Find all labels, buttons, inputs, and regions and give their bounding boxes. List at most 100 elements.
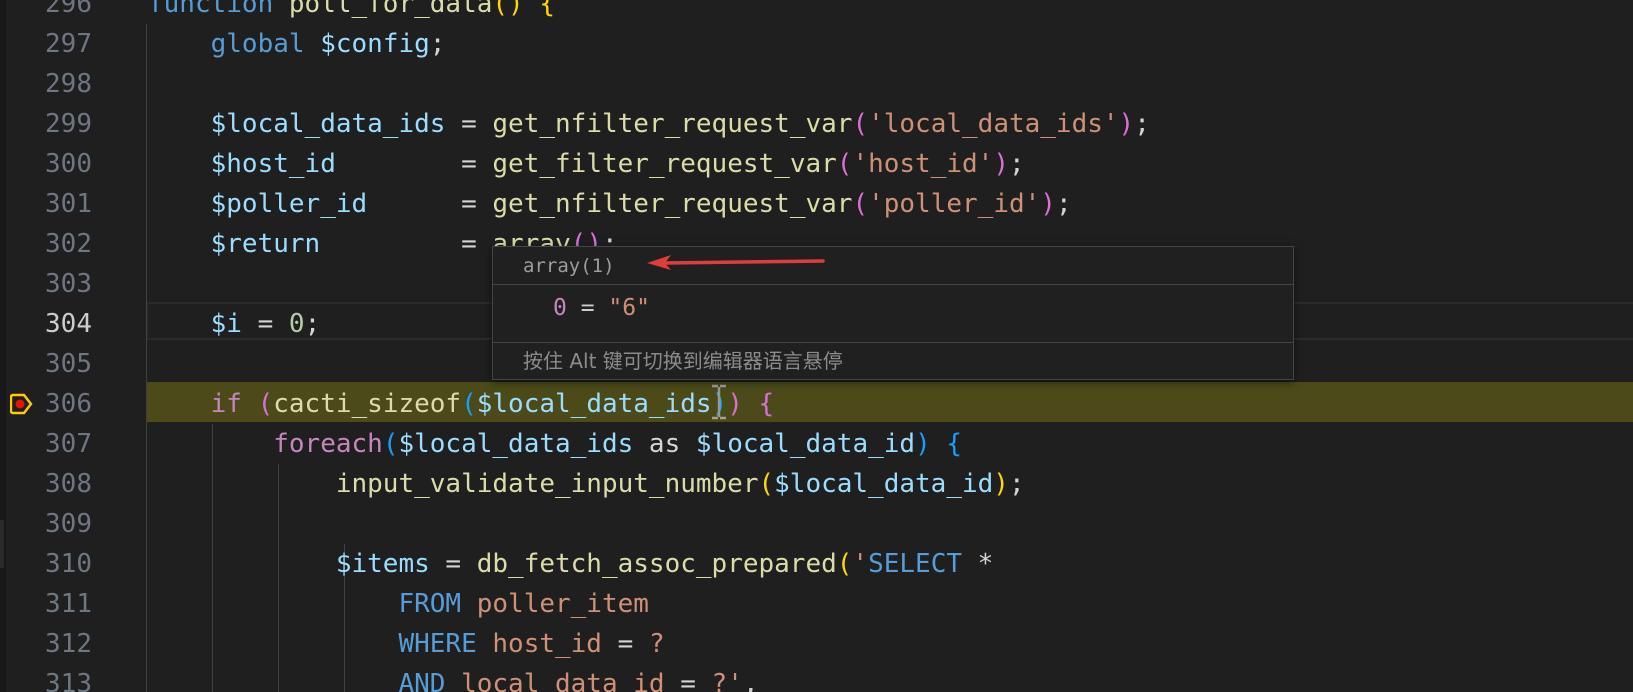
code-token: foreach [273,429,383,459]
code-token: $local_data_id [695,429,916,459]
code-token: local_data_id [461,669,665,692]
code-token: input_validate_input_number [335,469,759,499]
hover-header: array(1) [493,247,1293,285]
code-line[interactable]: 306 if (cacti_sizeof($local_data_ids)) { [0,384,1633,424]
hover-item-key: 0 [553,295,567,321]
line-number: 298 [45,69,92,99]
code-line[interactable]: 313 AND local_data_id = ?', [0,664,1633,692]
code-text[interactable]: $items = db_fetch_assoc_prepared('SELECT… [148,544,993,584]
code-token: WHERE [398,629,477,659]
code-token: ( [852,189,869,219]
code-text[interactable]: global $config; [148,24,446,64]
code-line[interactable]: 296 function poll_for_data() { [0,0,1633,24]
code-text[interactable]: FROM poller_item [148,584,649,624]
code-line[interactable]: 298 [0,64,1633,104]
code-token: get_nfilter_request_var [492,109,853,139]
code-token: ; [1134,109,1150,139]
debug-hover-widget[interactable]: array(1) 0 = "6" 按住 Alt 键可切换到编辑器语言悬停 [492,246,1294,380]
code-token: as [633,429,696,459]
hover-title: array(1) [523,255,615,277]
line-number: 309 [45,509,92,539]
code-token: { [758,389,775,419]
code-token: = [335,149,493,179]
line-number: 311 [45,589,92,619]
code-token: $config [320,29,430,59]
code-line[interactable]: 301 $poller_id = get_nfilter_request_var… [0,184,1633,224]
code-token: poller_item [476,589,649,619]
code-line[interactable]: 307 foreach($local_data_ids as $local_da… [0,424,1633,464]
code-line[interactable]: 312 WHERE host_id = ? [0,624,1633,664]
code-token: ; [1008,149,1025,179]
code-text[interactable]: WHERE host_id = ? [148,624,664,664]
code-token: $return [210,229,321,259]
line-number: 304 [45,309,92,339]
code-line[interactable]: 309 [0,504,1633,544]
code-line[interactable]: 300 $host_id = get_filter_request_var('h… [0,144,1633,184]
line-number: 310 [45,549,92,579]
code-token: ) [1040,189,1056,219]
code-line[interactable]: 311 FROM poller_item [0,584,1633,624]
code-token: poll_for_data [288,0,493,19]
code-text[interactable]: foreach($local_data_ids as $local_data_i… [148,424,962,464]
code-token: { [539,0,556,19]
code-token: 'local_data_ids' [868,109,1119,139]
code-token: if [210,389,242,419]
line-number: 302 [45,229,92,259]
code-text[interactable]: if (cacti_sizeof($local_data_ids)) { [148,384,775,424]
code-token: ; [1008,469,1025,499]
code-token: ( [257,389,274,419]
code-text[interactable]: $host_id = get_filter_request_var('host_… [148,144,1025,184]
code-token: get_filter_request_var [492,149,837,179]
code-token: ; [429,29,446,59]
code-token: FROM [398,589,462,619]
code-token: ( [461,389,477,419]
code-token: ( [758,469,775,499]
code-text[interactable]: input_validate_input_number($local_data_… [148,464,1025,504]
hover-variable-item[interactable]: 0 = "6" [553,289,650,327]
line-number: 308 [45,469,92,499]
line-number: 296 [45,0,92,19]
code-line[interactable]: 308 input_validate_input_number($local_d… [0,464,1633,504]
code-text[interactable]: $i = 0; [148,304,321,344]
code-token: $local_data_ids [398,429,634,459]
code-line[interactable]: 299 $local_data_ids = get_nfilter_reques… [0,104,1633,144]
code-token: ; [304,309,321,339]
code-token: ' [852,549,869,579]
code-token: get_nfilter_request_var [492,189,853,219]
code-token: = [429,549,477,579]
code-token: $i [210,309,242,339]
code-token: $local_data_id [774,469,994,499]
code-editor[interactable]: 296 function poll_for_data() {297 global … [0,0,1633,692]
code-text[interactable]: function poll_for_data() { [148,0,555,24]
code-token: = [664,669,712,692]
code-token: ( [836,549,853,579]
line-number: 303 [45,269,92,299]
code-line[interactable]: 310 $items = db_fetch_assoc_prepared('SE… [0,544,1633,584]
code-text[interactable]: AND local_data_id = ?', [148,664,758,692]
code-token: ( [852,109,869,139]
code-token: ) [993,469,1009,499]
line-number: 307 [45,429,92,459]
code-token: $items [335,549,430,579]
code-text[interactable]: $poller_id = get_nfilter_request_var('po… [148,184,1072,224]
code-line[interactable]: 297 global $config; [0,24,1633,64]
code-text[interactable]: $local_data_ids = get_nfilter_request_va… [148,104,1150,144]
line-number: 301 [45,189,92,219]
code-token: $local_data_ids [210,109,446,139]
code-token: ) [993,149,1009,179]
